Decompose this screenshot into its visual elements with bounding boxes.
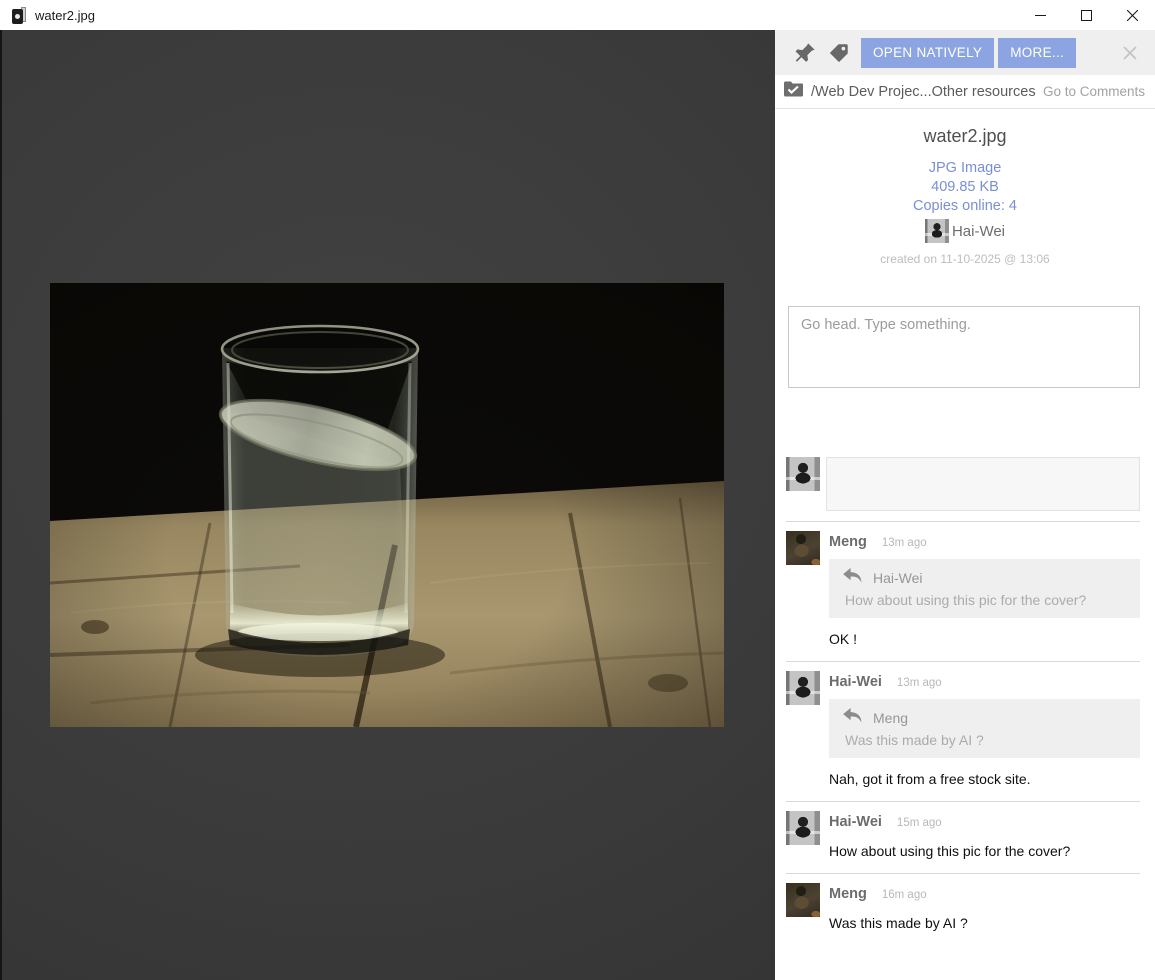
comment-avatar — [786, 811, 820, 845]
title-bar: water2.jpg — [0, 0, 1155, 30]
comment-author[interactable]: Hai-Wei — [829, 674, 882, 690]
app-icon — [12, 7, 27, 24]
quoted-reply: Meng Was this made by AI ? — [829, 699, 1140, 758]
owner-avatar — [925, 219, 949, 243]
comment-avatar — [786, 531, 820, 565]
comment-item: Meng 13m ago Hai-Wei How about using thi… — [786, 522, 1140, 662]
comment-composer — [775, 266, 1155, 393]
comment-author[interactable]: Meng — [829, 534, 867, 550]
comment-author[interactable]: Hai-Wei — [829, 814, 882, 830]
file-info: water2.jpg JPG Image 409.85 KB Copies on… — [775, 109, 1155, 266]
comment-timestamp: 13m ago — [882, 537, 927, 549]
comment-item: Meng 16m ago Was this made by AI ? — [786, 874, 1140, 945]
breadcrumb-path[interactable]: /Web Dev Projec...Other resources — [811, 84, 1036, 100]
comment-item: Hai-Wei 15m ago How about using this — [786, 802, 1140, 874]
details-panel: OPEN NATIVELY MORE... /Web Dev Projec...… — [775, 30, 1155, 980]
open-natively-button[interactable]: OPEN NATIVELY — [861, 38, 994, 68]
folder-check-icon — [783, 80, 804, 103]
comment-body: Nah, got it from a free stock site. — [829, 771, 1140, 787]
close-window-button[interactable] — [1109, 0, 1155, 30]
file-name: water2.jpg — [775, 126, 1155, 147]
quoted-reply: Hai-Wei How about using this pic for the… — [829, 559, 1140, 618]
breadcrumb: /Web Dev Projec...Other resources Go to … — [775, 75, 1155, 109]
quoted-author: Meng — [873, 710, 908, 726]
reply-arrow-icon — [843, 568, 862, 588]
comment-timestamp: 16m ago — [882, 889, 927, 901]
comment-avatar — [786, 883, 820, 917]
comment-item: Hai-Wei 13m ago Meng Was this made by AI… — [786, 662, 1140, 802]
comment-timestamp: 15m ago — [897, 817, 942, 829]
created-timestamp: created on 11-10-2025 @ 13:06 — [775, 252, 1155, 266]
comment-author[interactable]: Meng — [829, 886, 867, 902]
photo-water-glass — [50, 283, 724, 727]
close-panel-icon[interactable] — [1117, 40, 1143, 66]
current-user-avatar — [786, 457, 820, 491]
panel-toolbar: OPEN NATIVELY MORE... — [775, 30, 1155, 75]
owner-name: Hai-Wei — [952, 223, 1005, 240]
comment-body: How about using this pic for the cover? — [829, 843, 1140, 859]
comment-timestamp: 13m ago — [897, 677, 942, 689]
file-size: 409.85 KB — [775, 178, 1155, 197]
window-title: water2.jpg — [35, 8, 95, 23]
quoted-author: Hai-Wei — [873, 570, 923, 586]
comment-body: OK ! — [829, 631, 1140, 647]
comment-input[interactable] — [788, 306, 1140, 388]
reply-arrow-icon — [843, 708, 862, 728]
file-type: JPG Image — [775, 159, 1155, 178]
comments-list: Meng 13m ago Hai-Wei How about using thi… — [775, 522, 1155, 980]
more-button[interactable]: MORE... — [998, 38, 1076, 68]
quoted-text: How about using this pic for the cover? — [843, 592, 1128, 608]
quick-reply-box[interactable] — [826, 457, 1140, 511]
comment-avatar — [786, 671, 820, 705]
minimize-button[interactable] — [1017, 0, 1063, 30]
image-viewer — [0, 30, 775, 980]
file-copies: Copies online: 4 — [775, 197, 1155, 216]
comment-body: Was this made by AI ? — [829, 915, 1140, 931]
go-to-comments-link[interactable]: Go to Comments — [1043, 84, 1145, 99]
quick-reply-row — [775, 393, 1155, 511]
maximize-button[interactable] — [1063, 0, 1109, 30]
pin-icon[interactable] — [793, 41, 817, 65]
quoted-text: Was this made by AI ? — [843, 732, 1128, 748]
tag-icon[interactable] — [827, 41, 851, 65]
